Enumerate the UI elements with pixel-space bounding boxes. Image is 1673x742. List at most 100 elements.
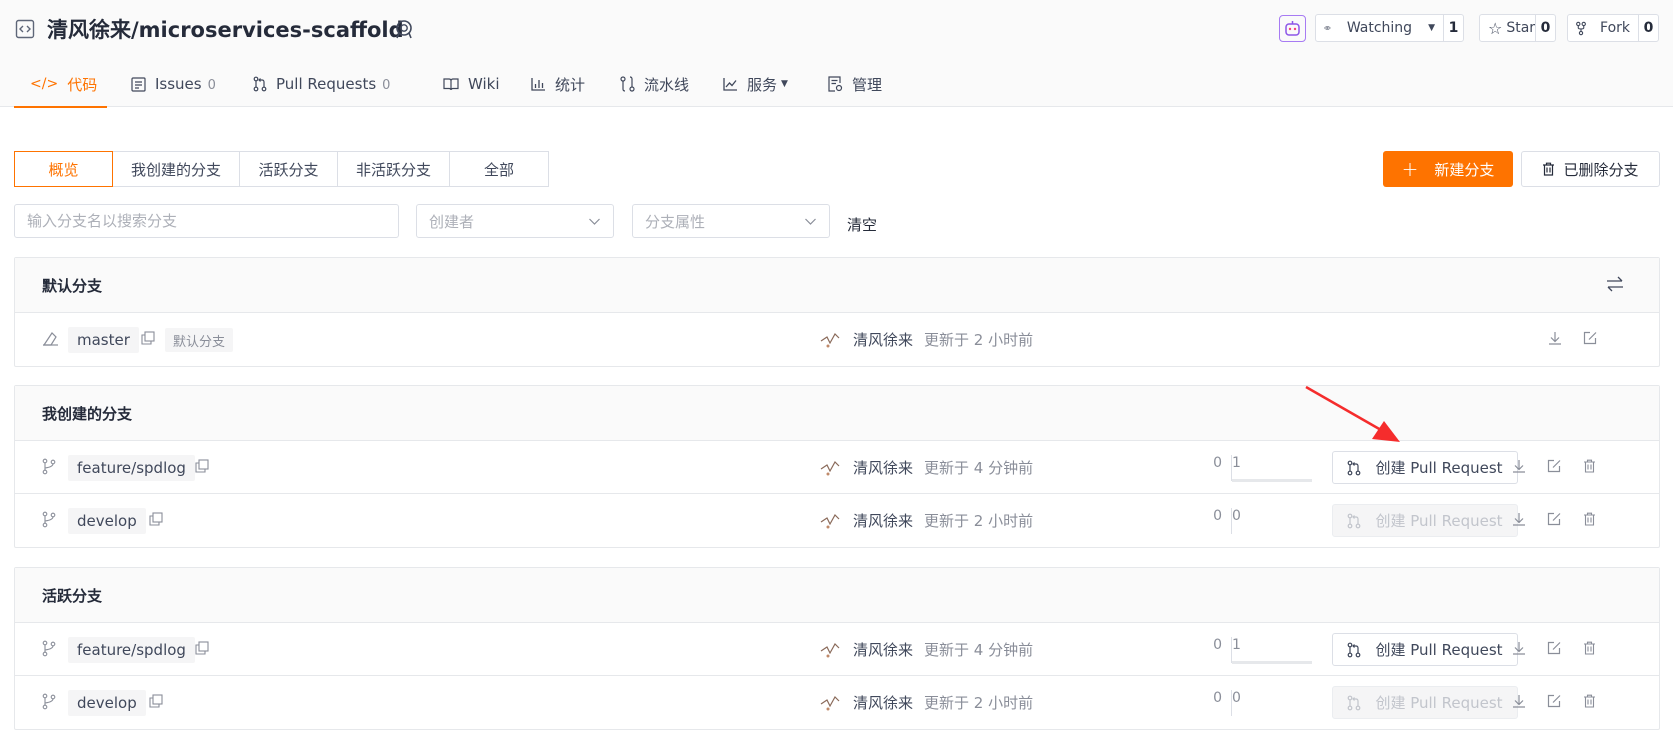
branch-search-field[interactable]: [14, 204, 399, 238]
create-pr-label: 创建 Pull Request: [1375, 459, 1503, 477]
segment-active-branches[interactable]: 活跃分支: [239, 151, 338, 187]
commit-author[interactable]: 清风徐来: [853, 692, 913, 713]
star-count: 0: [1535, 15, 1555, 41]
tab-label: 代码: [67, 75, 98, 94]
branch-row: feature/spdlog 清风徐来 更新于 4 分钟前 0 1 创建 Pul…: [15, 623, 1659, 676]
fork-label: Fork: [1600, 20, 1630, 36]
edit-icon[interactable]: [1547, 459, 1562, 473]
branch-name[interactable]: develop: [68, 508, 146, 534]
trash-icon[interactable]: [1583, 512, 1596, 526]
settings-doc-icon: [828, 76, 843, 92]
tab-manage[interactable]: 管理: [828, 62, 898, 106]
tab-wiki[interactable]: Wiki: [443, 62, 506, 106]
tab-pull-requests[interactable]: Pull Requests 0: [253, 62, 416, 106]
tab-count: 0: [382, 78, 391, 93]
behind-count: 0: [1213, 508, 1222, 524]
branch-attr-select[interactable]: 分支属性: [632, 204, 830, 238]
clear-filters-link[interactable]: 清空: [847, 214, 877, 235]
branch-search-input[interactable]: [27, 212, 398, 230]
trash-icon[interactable]: [1583, 459, 1596, 473]
panel-title: 活跃分支: [15, 568, 1659, 623]
behind-count: 0: [1213, 455, 1222, 471]
star-button[interactable]: ☆ Star 0: [1479, 14, 1556, 42]
branch-attr-placeholder: 分支属性: [645, 212, 706, 231]
updated-time: 更新于 2 小时前: [924, 512, 1034, 530]
watch-button[interactable]: Watching ▼ 1: [1315, 14, 1464, 42]
repo-title[interactable]: 清风徐来/microservices-scaffold: [47, 14, 404, 44]
bar-chart-icon: [531, 78, 545, 91]
commit-author[interactable]: 清风徐来: [853, 329, 913, 350]
pull-request-icon: [1348, 695, 1361, 710]
section-title: 我创建的分支: [42, 404, 133, 423]
edit-icon[interactable]: [1583, 331, 1598, 345]
trash-icon[interactable]: [1583, 694, 1596, 708]
repo-header: 清风徐来/microservices-scaffold Watching ▼ 1…: [0, 0, 1673, 108]
branch-name[interactable]: feature/spdlog: [68, 637, 195, 663]
branch-icon: [42, 458, 56, 475]
tab-stats[interactable]: 统计: [531, 62, 595, 106]
download-icon[interactable]: [1512, 641, 1526, 655]
creator-select[interactable]: 创建者: [416, 204, 614, 238]
award-badge-icon[interactable]: [393, 18, 415, 40]
segment-all[interactable]: 全部: [449, 151, 549, 187]
new-branch-label: 新建分支: [1434, 160, 1495, 179]
updated-time: 更新于 2 小时前: [924, 694, 1034, 712]
branch-name[interactable]: develop: [68, 690, 146, 716]
updated-time: 更新于 4 分钟前: [924, 459, 1034, 477]
deleted-branches-button[interactable]: 已删除分支: [1521, 151, 1660, 187]
copy-icon[interactable]: [195, 459, 209, 473]
my-branches-panel: 我创建的分支 feature/spdlog 清风徐来 更新于 4 分钟前 0 1…: [14, 385, 1660, 548]
branch-name[interactable]: feature/spdlog: [68, 455, 195, 481]
deleted-branches-label: 已删除分支: [1563, 160, 1639, 179]
create-pull-request-button-disabled: 创建 Pull Request: [1332, 504, 1518, 537]
copy-icon[interactable]: [195, 641, 209, 655]
section-title: 默认分支: [42, 276, 103, 295]
create-pull-request-button[interactable]: 创建 Pull Request: [1332, 633, 1518, 666]
fork-button[interactable]: Fork 0: [1567, 14, 1659, 42]
tab-issues[interactable]: Issues 0: [131, 62, 234, 106]
copy-icon[interactable]: [149, 512, 163, 526]
watch-count: 1: [1443, 15, 1463, 41]
panel-title: 我创建的分支: [15, 386, 1659, 441]
active-branches-panel: 活跃分支 feature/spdlog 清风徐来 更新于 4 分钟前 0 1 创…: [14, 567, 1660, 730]
branch-row: develop 清风徐来 更新于 2 小时前 0 0 创建 Pull Reque…: [15, 494, 1659, 547]
new-branch-button[interactable]: + 新建分支: [1383, 151, 1513, 187]
branch-icon: [42, 511, 56, 528]
pull-request-icon: [1348, 642, 1361, 657]
switch-arrows-icon[interactable]: [1606, 276, 1624, 292]
edit-icon[interactable]: [1547, 641, 1562, 655]
branch-filter-segments: 概览 我创建的分支 活跃分支 非活跃分支 全部: [14, 151, 549, 187]
copy-icon[interactable]: [141, 331, 155, 345]
segment-inactive-branches[interactable]: 非活跃分支: [337, 151, 450, 187]
segment-overview[interactable]: 概览: [14, 151, 113, 187]
trash-icon[interactable]: [1583, 641, 1596, 655]
edit-icon[interactable]: [1547, 694, 1562, 708]
download-icon[interactable]: [1512, 694, 1526, 708]
branch-name[interactable]: master: [68, 327, 139, 353]
edit-icon[interactable]: [1547, 512, 1562, 526]
tab-code[interactable]: </> 代码: [14, 62, 107, 108]
create-pr-label: 创建 Pull Request: [1375, 512, 1503, 530]
copy-icon[interactable]: [149, 694, 163, 708]
download-icon[interactable]: [1548, 331, 1562, 345]
default-branch-panel: 默认分支 master 默认分支 清风徐来 更新于 2 小时前: [14, 257, 1660, 367]
updated-time: 更新于 4 分钟前: [924, 641, 1034, 659]
tab-services[interactable]: 服务 ▼: [723, 62, 805, 106]
branch-protect-icon: [42, 332, 58, 346]
book-icon: [443, 78, 459, 91]
download-icon[interactable]: [1512, 459, 1526, 473]
behind-count: 0: [1213, 637, 1222, 653]
create-pull-request-button[interactable]: 创建 Pull Request: [1332, 451, 1518, 484]
tab-pipeline[interactable]: 流水线: [620, 62, 700, 106]
commit-author[interactable]: 清风徐来: [853, 457, 913, 478]
commit-author[interactable]: 清风徐来: [853, 510, 913, 531]
download-icon[interactable]: [1512, 512, 1526, 526]
trash-icon: [1543, 162, 1555, 176]
caret-down-icon: ▼: [1428, 23, 1435, 33]
gitee-robot-icon[interactable]: [1279, 15, 1306, 42]
segment-my-branches[interactable]: 我创建的分支: [112, 151, 240, 187]
code-icon: </>: [30, 76, 59, 92]
commit-author[interactable]: 清风徐来: [853, 639, 913, 660]
panel-title: 默认分支: [15, 258, 1659, 313]
branch-row: master 默认分支 清风徐来 更新于 2 小时前: [15, 313, 1659, 366]
